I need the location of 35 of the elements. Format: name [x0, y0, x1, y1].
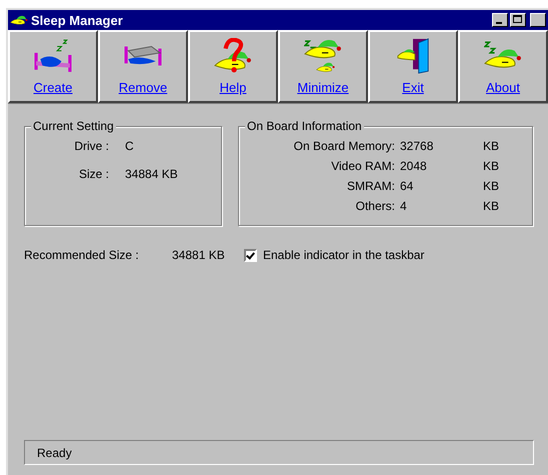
unit-label: KB — [483, 199, 500, 213]
toolbar-button[interactable]: About — [458, 30, 548, 103]
indicator-checkbox[interactable]: Enable indicator in the taskbar — [244, 248, 424, 262]
toolbar-button[interactable]: Create — [8, 30, 98, 103]
field-value: C — [125, 139, 135, 153]
toolbar-button[interactable]: Help — [188, 30, 278, 103]
sleeping-figures-icon — [304, 38, 342, 74]
field-label: On Board Memory: — [292, 139, 395, 153]
field-label: Drive : — [73, 139, 109, 153]
unit-label: KB — [483, 139, 500, 153]
field-value: 32768 — [400, 139, 434, 153]
group-title: Current Setting — [31, 119, 116, 133]
field-label: Video RAM: — [330, 159, 395, 173]
field-value: 34884 KB — [125, 167, 179, 181]
field-label: Recommended Size : — [24, 248, 140, 262]
field-value: 64 — [400, 179, 414, 193]
bed-icon — [34, 38, 72, 74]
minimize-button[interactable] — [492, 13, 508, 27]
field-value: 2048 — [400, 159, 428, 173]
field-label: Others: — [354, 199, 395, 213]
field-value: 4 — [400, 199, 408, 213]
field-label: SMRAM: — [346, 179, 395, 193]
window-title: Sleep Manager — [31, 12, 124, 28]
unit-label: KB — [483, 159, 500, 173]
status-bar: Ready — [24, 440, 534, 465]
toolbar-button[interactable]: Minimize — [278, 30, 368, 103]
field-label: Size : — [78, 167, 109, 181]
maximize-button[interactable] — [510, 13, 526, 27]
question-icon — [214, 38, 252, 74]
toolbar-button[interactable]: Remove — [98, 30, 188, 103]
sleeping-figure-icon — [10, 14, 28, 26]
field-value: 34881 KB — [172, 248, 226, 262]
unit-label: KB — [483, 179, 500, 193]
group-title: On Board Information — [245, 119, 364, 133]
toolbar-button[interactable]: Exit — [368, 30, 458, 103]
